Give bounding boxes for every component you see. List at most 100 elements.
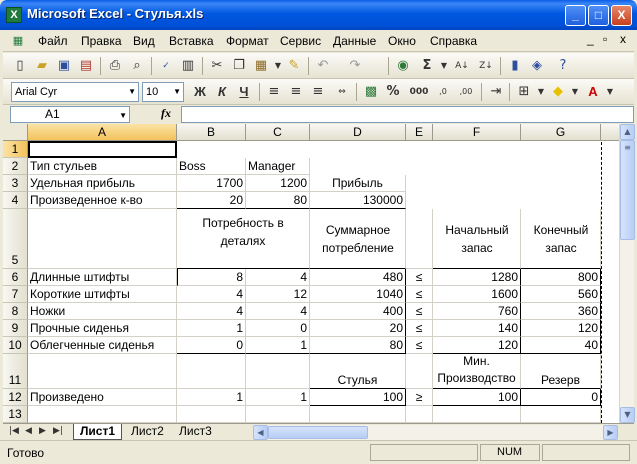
formula-input[interactable]: [181, 106, 634, 123]
menu-view[interactable]: Вид: [133, 34, 155, 48]
cell-b13[interactable]: [177, 406, 246, 423]
menu-edit[interactable]: Правка: [81, 34, 122, 48]
cell-f13[interactable]: [433, 406, 521, 423]
chart-wizard-icon[interactable]: ▮: [506, 57, 524, 75]
cell-d12[interactable]: 100: [310, 389, 406, 406]
horizontal-scroll-thumb[interactable]: [268, 426, 368, 439]
menu-window[interactable]: Окно: [388, 34, 416, 48]
cell-b9[interactable]: 1: [177, 320, 246, 337]
scroll-up-icon[interactable]: ▲: [620, 124, 635, 140]
cell-g6[interactable]: 800: [521, 269, 601, 286]
cell-e12[interactable]: ≥: [406, 389, 433, 406]
select-all-corner[interactable]: [3, 124, 28, 141]
percent-button[interactable]: %: [384, 83, 402, 101]
cell-a6[interactable]: Длинные штифты: [28, 269, 177, 286]
cell-f6[interactable]: 1280: [433, 269, 521, 286]
column-header-h[interactable]: [601, 124, 619, 141]
column-header-e[interactable]: E: [406, 124, 433, 141]
cell-g8[interactable]: 360: [521, 303, 601, 320]
next-sheet-icon[interactable]: ▶: [39, 426, 46, 436]
merge-center-icon[interactable]: ⇔: [333, 83, 351, 101]
tab-sheet2[interactable]: Лист2: [125, 424, 170, 440]
indent-icon[interactable]: ⇥: [487, 83, 505, 101]
cell-c10[interactable]: 1: [246, 337, 310, 354]
cell-e9[interactable]: ≤: [406, 320, 433, 337]
last-sheet-icon[interactable]: ▶|: [53, 426, 63, 436]
borders-icon[interactable]: ⊞: [515, 83, 533, 101]
cell-c13[interactable]: [246, 406, 310, 423]
cell-e5[interactable]: [406, 209, 433, 269]
excel-app-icon[interactable]: X: [6, 7, 22, 23]
cell-g11[interactable]: Резерв: [521, 354, 601, 389]
vertical-scrollbar[interactable]: ▲ ≡ ▼: [619, 124, 635, 423]
maximize-button[interactable]: □: [588, 5, 609, 26]
column-header-b[interactable]: B: [177, 124, 246, 141]
cut-icon[interactable]: ✂: [208, 57, 226, 75]
redo-icon[interactable]: ↷: [346, 57, 364, 75]
menu-tools[interactable]: Сервис: [280, 34, 321, 48]
undo-icon[interactable]: ↶: [314, 57, 332, 75]
name-box[interactable]: A1 ▼: [10, 106, 130, 123]
row-header-8[interactable]: 8: [3, 303, 28, 320]
autosum-dropdown-icon[interactable]: ▼: [435, 57, 453, 75]
save-icon[interactable]: ▣: [55, 57, 73, 75]
paste-icon[interactable]: ▦: [252, 57, 270, 75]
fill-color-icon[interactable]: ◆: [549, 83, 567, 101]
cell-b12[interactable]: 1: [177, 389, 246, 406]
cell-a11[interactable]: [28, 354, 177, 389]
italic-button[interactable]: К: [213, 83, 231, 101]
cell-d11[interactable]: Стулья: [310, 354, 406, 389]
row-header-12[interactable]: 12: [3, 389, 28, 406]
cell-d9[interactable]: 20: [310, 320, 406, 337]
cell-b6[interactable]: 8: [177, 269, 246, 286]
cell-a1[interactable]: [28, 141, 177, 158]
cell-f12[interactable]: 100: [433, 389, 521, 406]
cell-a5[interactable]: [28, 209, 177, 269]
column-header-d[interactable]: D: [310, 124, 406, 141]
hyperlink-icon[interactable]: ◉: [394, 57, 412, 75]
cell-b11[interactable]: [177, 354, 246, 389]
row-header-6[interactable]: 6: [3, 269, 28, 286]
font-color-icon[interactable]: A: [584, 83, 602, 101]
cell-d7[interactable]: 1040: [310, 286, 406, 303]
align-right-icon[interactable]: ≡: [309, 83, 327, 101]
cell-a8[interactable]: Ножки: [28, 303, 177, 320]
menu-insert[interactable]: Вставка: [169, 34, 214, 48]
row-header-2[interactable]: 2: [3, 158, 28, 175]
cell-a12[interactable]: Произведено: [28, 389, 177, 406]
cell-c12[interactable]: 1: [246, 389, 310, 406]
font-size-select[interactable]: 10 ▼: [142, 82, 184, 102]
cell-d10[interactable]: 80: [310, 337, 406, 354]
column-header-c[interactable]: C: [246, 124, 310, 141]
cell-d3[interactable]: Прибыль: [310, 175, 406, 192]
font-name-select[interactable]: Arial Cyr ▼: [11, 82, 139, 102]
row-header-3[interactable]: 3: [3, 175, 28, 192]
copy-icon[interactable]: ❐: [230, 57, 248, 75]
cell-c6[interactable]: 4: [246, 269, 310, 286]
cell-e10[interactable]: ≤: [406, 337, 433, 354]
row-header-7[interactable]: 7: [3, 286, 28, 303]
cell-f9[interactable]: 140: [433, 320, 521, 337]
vertical-scroll-thumb[interactable]: ≡: [620, 140, 635, 240]
row-header-1[interactable]: 1: [3, 141, 28, 158]
row-header-13[interactable]: 13: [3, 406, 28, 423]
menu-file[interactable]: Файл: [38, 34, 68, 48]
scroll-down-icon[interactable]: ▼: [620, 407, 635, 423]
cell-c9[interactable]: 0: [246, 320, 310, 337]
row-header-9[interactable]: 9: [3, 320, 28, 337]
column-header-a[interactable]: A: [28, 124, 177, 141]
menu-help[interactable]: Справка: [430, 34, 477, 48]
cell-g13[interactable]: [521, 406, 601, 423]
cell-f7[interactable]: 1600: [433, 286, 521, 303]
research-icon[interactable]: ▥: [179, 57, 197, 75]
cell-c11[interactable]: [246, 354, 310, 389]
cell-g10[interactable]: 40: [521, 337, 601, 354]
cell-c8[interactable]: 4: [246, 303, 310, 320]
cell-a10[interactable]: Облегченные сиденья: [28, 337, 177, 354]
row-header-11[interactable]: 11: [3, 354, 28, 389]
cell-d6[interactable]: 480: [310, 269, 406, 286]
cell-d4[interactable]: 130000: [310, 192, 406, 209]
minimize-button[interactable]: _: [565, 5, 586, 26]
cell-d8[interactable]: 400: [310, 303, 406, 320]
cell-e13[interactable]: [406, 406, 433, 423]
